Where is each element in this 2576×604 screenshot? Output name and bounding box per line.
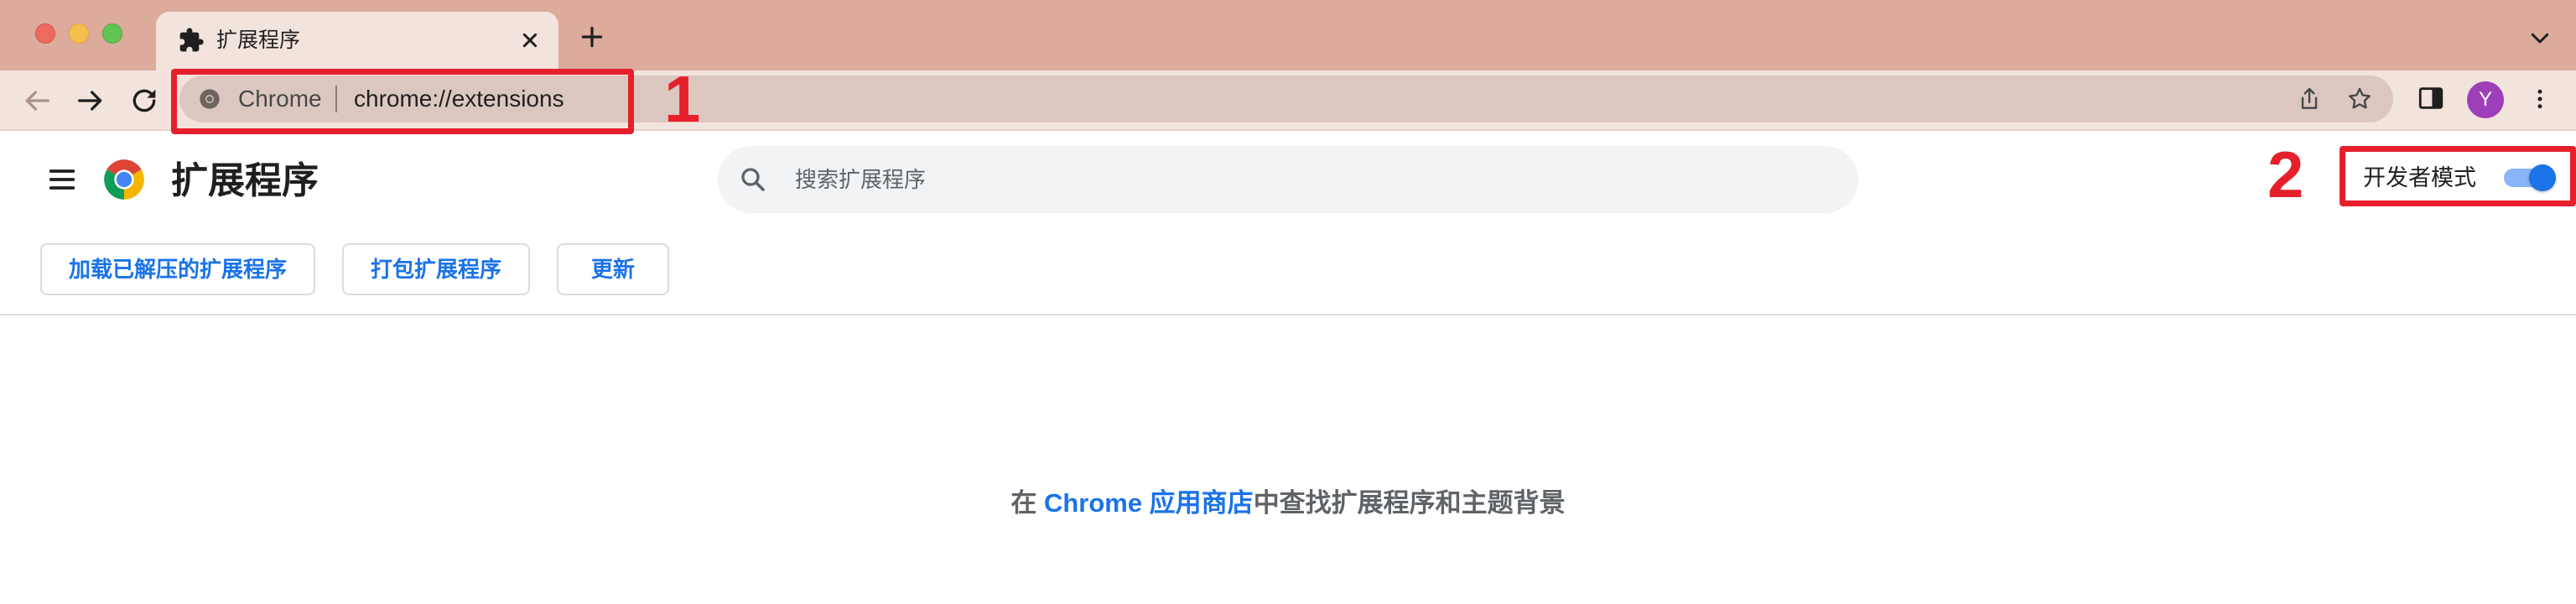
header-divider — [0, 314, 2576, 315]
chrome-web-store-link[interactable]: Chrome 应用商店 — [1044, 488, 1254, 518]
minimize-window-button[interactable] — [69, 23, 89, 44]
more-menu-icon[interactable] — [2527, 84, 2553, 114]
hamburger-menu-icon[interactable] — [45, 163, 79, 196]
search-input[interactable] — [795, 163, 1801, 196]
annotation-number-2: 2 — [2267, 138, 2304, 211]
empty-state-message: 在 Chrome 应用商店中查找扩展程序和主题背景 — [0, 487, 2576, 520]
update-button[interactable]: 更新 — [557, 243, 669, 295]
empty-message-prefix: 在 — [1010, 488, 1044, 518]
pack-extension-button[interactable]: 打包扩展程序 — [342, 243, 530, 295]
tab-title: 扩展程序 — [216, 29, 301, 52]
extensions-page: 扩展程序 开发者模式 加载已解压的扩展程序 打包扩展程序 更新 在 Chrome… — [0, 131, 2576, 604]
profile-avatar[interactable]: Y — [2467, 81, 2504, 118]
close-tab-icon[interactable] — [517, 27, 543, 54]
side-panel-icon[interactable] — [2417, 84, 2445, 112]
page-title: 扩展程序 — [171, 160, 319, 201]
empty-message-suffix: 中查找扩展程序和主题背景 — [1253, 488, 1566, 518]
new-tab-icon[interactable] — [579, 23, 605, 50]
share-icon[interactable] — [2296, 86, 2323, 112]
puzzle-icon — [179, 28, 204, 52]
chevron-down-icon[interactable] — [2527, 25, 2553, 50]
close-window-button[interactable] — [35, 23, 55, 44]
forward-arrow-icon[interactable] — [74, 84, 107, 117]
tab-extensions[interactable]: 扩展程序 — [156, 12, 558, 70]
tab-strip: 扩展程序 — [0, 0, 2576, 70]
annotation-box-1 — [171, 69, 634, 134]
search-bar[interactable] — [718, 146, 1858, 213]
load-unpacked-button[interactable]: 加载已解压的扩展程序 — [40, 243, 315, 295]
annotation-box-2 — [2340, 146, 2576, 206]
maximize-window-button[interactable] — [102, 23, 122, 44]
reload-icon[interactable] — [127, 84, 161, 117]
bookmark-star-icon[interactable] — [2346, 86, 2373, 112]
chrome-logo-icon — [104, 159, 144, 200]
search-icon — [741, 168, 765, 191]
annotation-number-1: 1 — [664, 62, 701, 136]
back-arrow-icon[interactable] — [20, 84, 54, 117]
